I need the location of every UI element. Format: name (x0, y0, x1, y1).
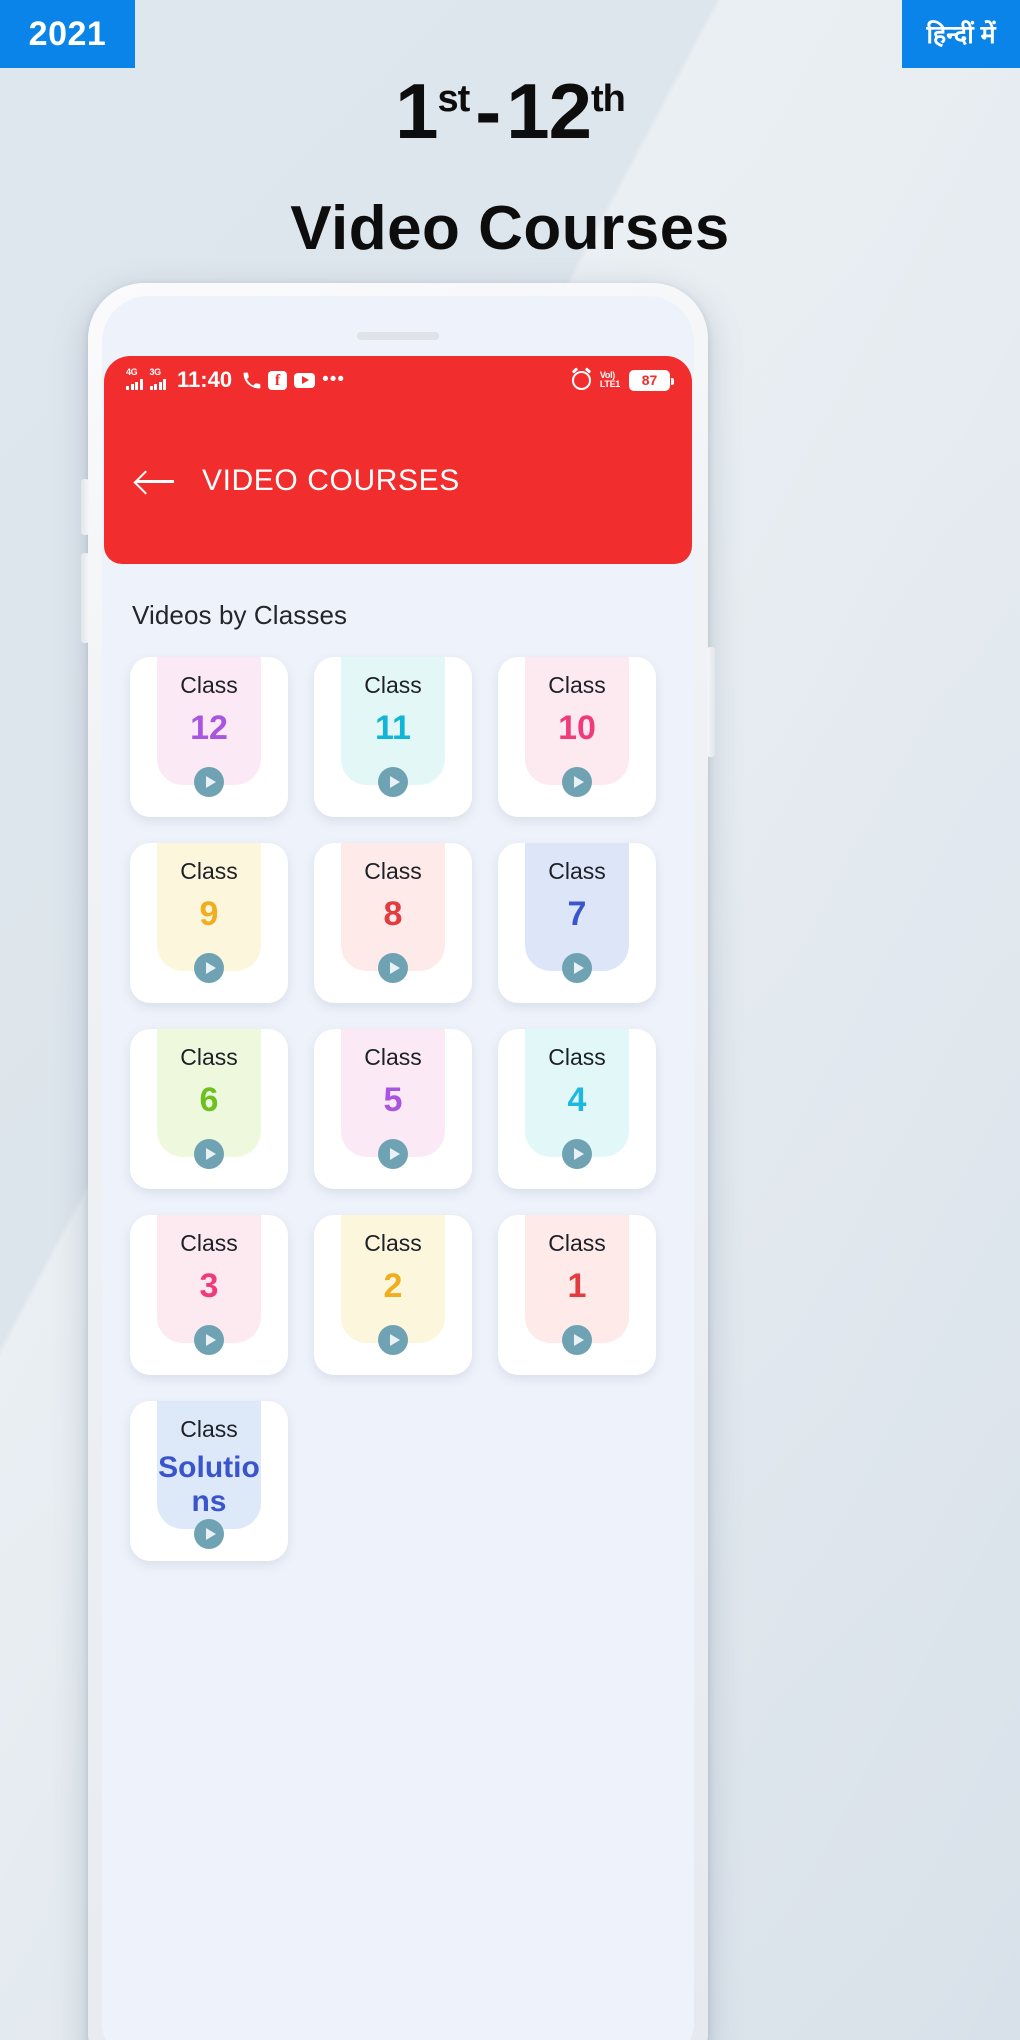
class-card-5[interactable]: Class 5 (314, 1029, 472, 1189)
play-button-icon[interactable] (194, 767, 224, 797)
phone-call-icon (242, 371, 261, 390)
status-bar: 4G 3G 11:40 f ••• VoI) LTE1 87 (104, 356, 692, 404)
class-card-11[interactable]: Class 11 (314, 657, 472, 817)
signal-strength-icon-sim2: 3G (149, 367, 166, 390)
class-card-label: Class (180, 1230, 238, 1256)
play-button-icon[interactable] (562, 1325, 592, 1355)
earpiece-speaker (357, 332, 439, 340)
class-card-label: Class (180, 1044, 238, 1070)
class-card-value: Solutions (158, 1451, 260, 1518)
youtube-icon (294, 372, 316, 388)
class-card-solutions[interactable]: Class Solutions (130, 1401, 288, 1561)
headline-grade-start: 1 (395, 67, 438, 155)
page-title: VIDEO COURSES (202, 464, 460, 497)
play-button-icon[interactable] (194, 1325, 224, 1355)
signal-bars-sim1 (126, 379, 143, 390)
headline-grade-start-suffix: st (437, 78, 470, 120)
class-card-4[interactable]: Class 4 (498, 1029, 656, 1189)
network-type-label-sim2: 3G (149, 367, 162, 377)
class-card-9[interactable]: Class 9 (130, 843, 288, 1003)
class-card-12[interactable]: Class 12 (130, 657, 288, 817)
play-button-icon[interactable] (194, 953, 224, 983)
class-card-value: 4 (567, 1081, 587, 1120)
play-button-icon[interactable] (378, 1139, 408, 1169)
play-button-icon[interactable] (194, 1139, 224, 1169)
more-dots-icon: ••• (322, 369, 346, 390)
network-type-label-sim1: 4G (126, 367, 138, 377)
class-card-value: 11 (375, 709, 411, 748)
headline-grade-end: 12 (506, 67, 592, 155)
signal-bars-sim2 (149, 379, 166, 390)
play-button-icon[interactable] (378, 767, 408, 797)
headline-grade-end-suffix: th (591, 78, 626, 120)
class-card-value: 7 (567, 895, 587, 934)
battery-percent-label: 87 (631, 371, 668, 389)
class-card-value: 6 (199, 1081, 219, 1120)
play-button-icon[interactable] (562, 767, 592, 797)
class-card-6[interactable]: Class 6 (130, 1029, 288, 1189)
app-screen: 4G 3G 11:40 f ••• VoI) LTE1 87 VIDEO COU… (102, 356, 694, 2040)
status-bar-left: 4G 3G 11:40 f ••• (126, 367, 572, 393)
class-card-label: Class (364, 858, 422, 884)
phone-mockup: 4G 3G 11:40 f ••• VoI) LTE1 87 VIDEO COU… (81, 283, 715, 2040)
battery-icon: 87 (629, 369, 674, 391)
class-card-3[interactable]: Class 3 (130, 1215, 288, 1375)
back-arrow-icon[interactable] (136, 468, 174, 494)
class-card-label: Class (180, 858, 238, 884)
year-badge-label: 2021 (28, 14, 107, 53)
class-card-value: 9 (199, 895, 219, 934)
class-card-value: 8 (383, 895, 403, 934)
class-card-2[interactable]: Class 2 (314, 1215, 472, 1375)
facebook-icon: f (268, 370, 288, 390)
volume-down-button[interactable] (81, 553, 89, 643)
class-card-label: Class (180, 672, 238, 698)
headline-dash: - (475, 67, 501, 155)
class-card-grid: Class 12 Class 11 Class 10 Class 9 Class 8 Class 7 C… (102, 657, 694, 1561)
volume-up-button[interactable] (81, 479, 89, 535)
class-card-value: 1 (567, 1267, 587, 1306)
play-button-icon[interactable] (194, 1519, 224, 1549)
play-button-icon[interactable] (378, 953, 408, 983)
status-bar-clock: 11:40 (177, 367, 233, 392)
section-title: Videos by Classes (132, 600, 348, 630)
power-button[interactable] (707, 647, 715, 757)
class-card-value: 5 (383, 1081, 403, 1120)
class-card-label: Class (548, 858, 606, 884)
class-card-label: Class (364, 1044, 422, 1070)
alarm-clock-icon (571, 370, 591, 390)
class-card-label: Class (548, 672, 606, 698)
promo-headline: 1st-12th Video Courses (0, 72, 1020, 260)
class-card-label: Class (364, 1230, 422, 1256)
signal-strength-icon-sim1: 4G (126, 367, 143, 390)
phone-screen: 4G 3G 11:40 f ••• VoI) LTE1 87 VIDEO COU… (102, 296, 694, 2040)
headline-grade-range: 1st-12th (0, 72, 1020, 150)
class-card-value: 10 (558, 709, 596, 748)
play-button-icon[interactable] (562, 1139, 592, 1169)
volte-icon: VoI) LTE1 (600, 371, 620, 389)
language-badge-label: हिन्दीं में (926, 21, 996, 49)
class-card-label: Class (548, 1230, 606, 1256)
class-card-10[interactable]: Class 10 (498, 657, 656, 817)
app-header-bar: 4G 3G 11:40 f ••• VoI) LTE1 87 VIDEO COU… (104, 356, 692, 564)
class-card-value: 3 (199, 1267, 219, 1306)
language-badge[interactable]: हिन्दीं में (902, 0, 1020, 68)
play-button-icon[interactable] (378, 1325, 408, 1355)
class-card-label: Class (364, 672, 422, 698)
app-title-row: VIDEO COURSES (104, 464, 460, 498)
class-card-label: Class (180, 1416, 238, 1442)
year-badge: 2021 (0, 0, 135, 68)
class-card-7[interactable]: Class 7 (498, 843, 656, 1003)
class-card-value: 2 (383, 1267, 403, 1306)
play-button-icon[interactable] (562, 953, 592, 983)
class-card-value: 12 (190, 709, 228, 748)
volte-label-line2: LTE1 (599, 379, 620, 389)
class-card-1[interactable]: Class 1 (498, 1215, 656, 1375)
headline-subtitle: Video Courses (290, 194, 730, 263)
status-bar-right: VoI) LTE1 87 (571, 369, 674, 391)
class-card-label: Class (548, 1044, 606, 1070)
class-card-8[interactable]: Class 8 (314, 843, 472, 1003)
